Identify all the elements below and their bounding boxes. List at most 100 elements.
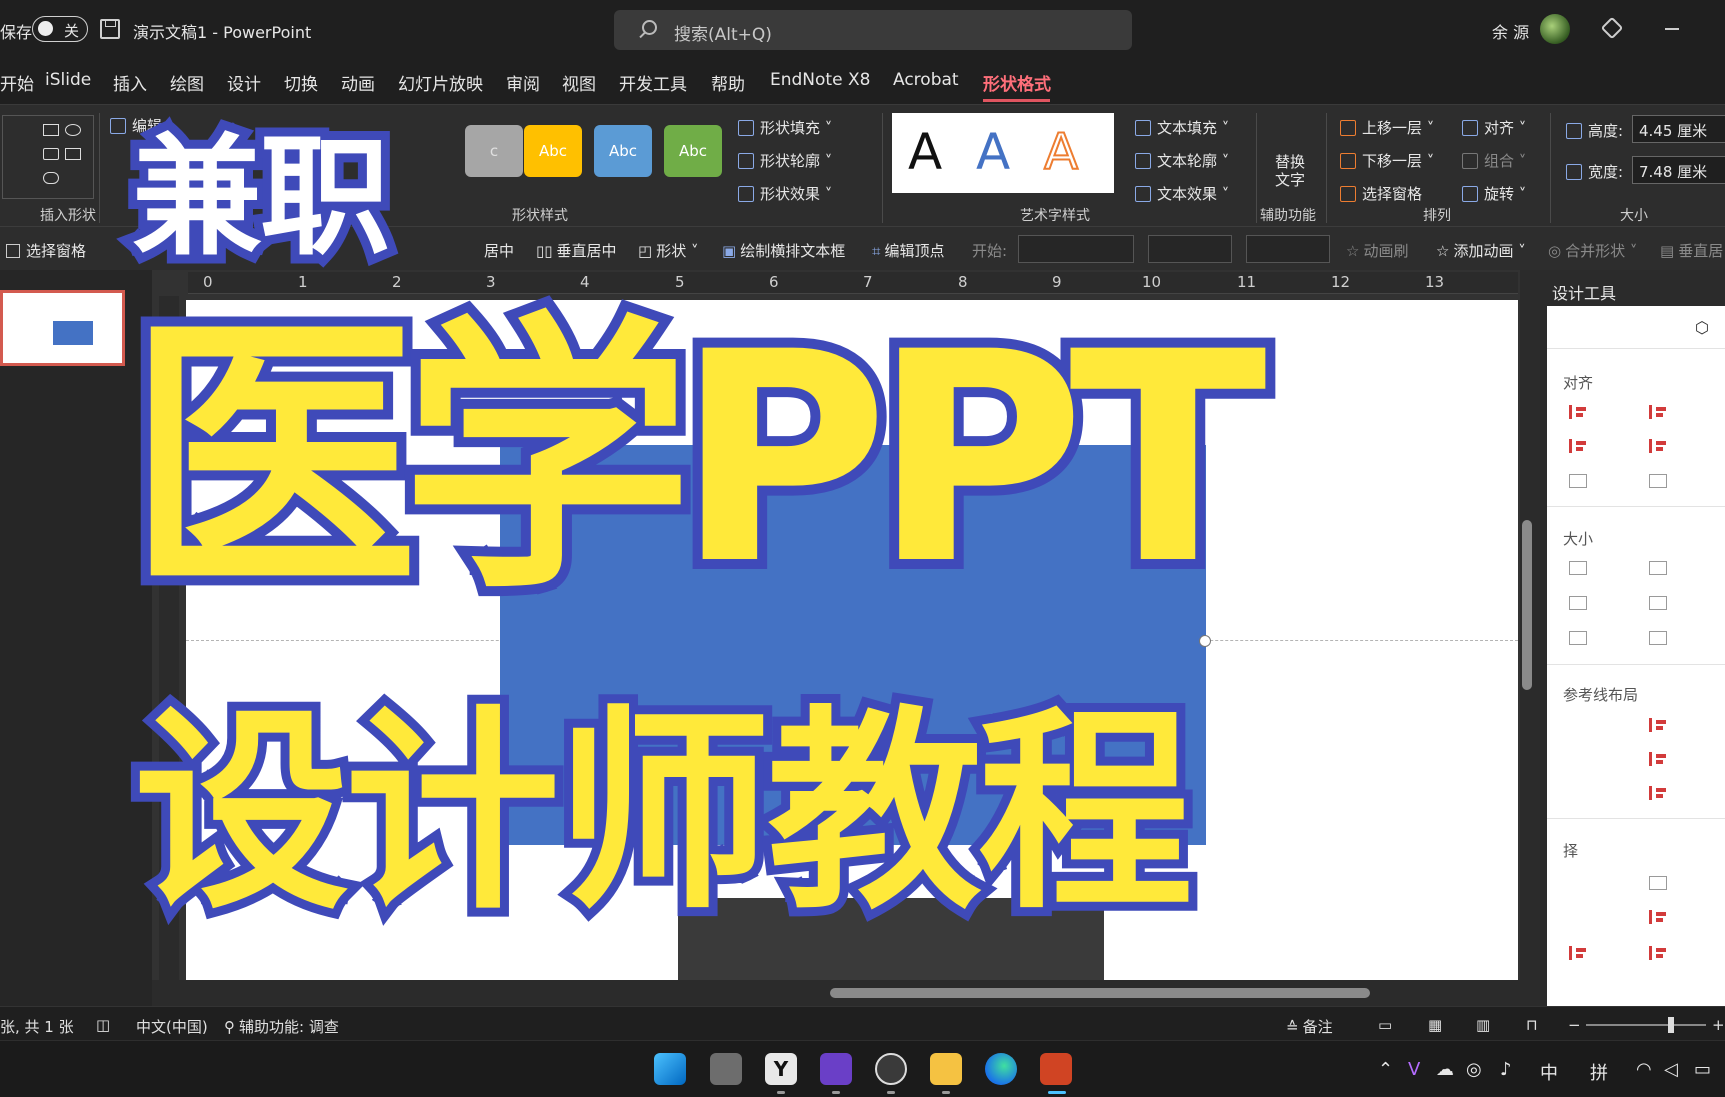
height-input[interactable]: 4.45 厘米 <box>1632 115 1725 143</box>
align-left-icon[interactable] <box>1569 405 1587 419</box>
battery-icon[interactable]: ▭ <box>1694 1059 1711 1080</box>
delay-input[interactable] <box>1246 235 1330 263</box>
qb-center-vertical[interactable]: ▯▯ 垂直居中 <box>536 240 617 261</box>
qb-animation-painter[interactable]: ☆ 动画刷 <box>1346 240 1408 261</box>
distribute-h-icon[interactable] <box>1569 474 1587 488</box>
tab-shape-format[interactable]: 形状格式 <box>983 70 1051 95</box>
text-outline-button[interactable]: 文本轮廓 ˅ <box>1135 150 1229 171</box>
tab-islide[interactable]: iSlide <box>45 70 91 90</box>
tab-slideshow[interactable]: 幻灯片放映 <box>398 70 483 95</box>
text-effect-button[interactable]: 文本效果 ˅ <box>1135 183 1229 204</box>
wordart-orange[interactable]: A <box>1043 122 1079 182</box>
ime-mode[interactable]: 中 <box>1540 1059 1558 1085</box>
volume-icon[interactable]: ◁ <box>1664 1059 1678 1080</box>
group-button[interactable]: 组合 ˅ <box>1462 150 1526 171</box>
zoom-in-icon[interactable]: + <box>1712 1016 1725 1034</box>
edge-icon[interactable] <box>985 1053 1017 1085</box>
obsidian-icon[interactable] <box>820 1053 852 1085</box>
task-view-icon[interactable] <box>710 1053 742 1085</box>
search-box[interactable]: 搜索(Alt+Q) <box>614 10 1132 50</box>
tab-help[interactable]: 帮助 <box>711 70 745 95</box>
qb-vertical-center[interactable]: ▤ 垂直居 <box>1660 240 1723 261</box>
rectangle-icon[interactable] <box>43 124 59 136</box>
sorter-view-icon[interactable]: ▦ <box>1428 1016 1442 1034</box>
ime-pinyin[interactable]: 拼 <box>1590 1059 1608 1085</box>
file-explorer-icon[interactable] <box>930 1053 962 1085</box>
stretch-left-icon[interactable] <box>1569 596 1587 610</box>
align-top-icon[interactable] <box>1569 439 1587 453</box>
arrow-down-icon[interactable] <box>65 148 81 160</box>
settings-icon[interactable]: ⬡ <box>1695 318 1709 337</box>
tab-acrobat[interactable]: Acrobat <box>893 70 959 90</box>
select-below-icon[interactable] <box>1569 946 1587 960</box>
style-swatch-orange[interactable]: Abc <box>524 125 582 177</box>
qb-draw-textbox[interactable]: ▣ 绘制横排文本框 <box>722 240 845 261</box>
slideshow-icon[interactable]: ⊓ <box>1526 1016 1538 1034</box>
tab-review[interactable]: 审阅 <box>506 70 540 95</box>
language[interactable]: 中文(中国) <box>136 1016 208 1037</box>
select-inverse-icon[interactable] <box>1649 946 1667 960</box>
zoom-slider-thumb[interactable] <box>1668 1017 1674 1033</box>
chevron-up-icon[interactable]: ⌃ <box>1378 1059 1393 1080</box>
shape-fill-button[interactable]: 形状填充 ˅ <box>738 117 832 138</box>
start-icon[interactable] <box>654 1053 686 1085</box>
microphone-icon[interactable]: ♪ <box>1500 1059 1512 1080</box>
alt-text-button[interactable]: 替换 文字 <box>1270 113 1310 189</box>
select-above-icon[interactable] <box>1649 910 1667 924</box>
qb-selection-pane[interactable]: 选择窗格 <box>6 240 86 261</box>
accessibility-status[interactable]: ⚲ 辅助功能: 调查 <box>224 1016 339 1037</box>
horizontal-scroll-thumb[interactable] <box>830 988 1370 998</box>
zoom-slider[interactable] <box>1586 1017 1706 1033</box>
reading-view-icon[interactable]: ▥ <box>1476 1016 1490 1034</box>
guide-full-icon[interactable] <box>1649 786 1667 800</box>
wordart-black[interactable]: A <box>908 123 942 181</box>
selection-pane-button[interactable]: 选择窗格 <box>1340 183 1422 204</box>
spellcheck-icon[interactable]: ◫ <box>96 1016 110 1034</box>
guide-center-h-icon[interactable] <box>1649 718 1667 732</box>
tab-endnote[interactable]: EndNote X8 <box>770 70 870 90</box>
select-similar-icon[interactable] <box>1649 876 1667 890</box>
tab-home[interactable]: 开始 <box>0 70 34 95</box>
pen-icon[interactable] <box>1600 16 1624 40</box>
tab-developer[interactable]: 开发工具 <box>619 70 687 95</box>
style-swatch-green[interactable]: Abc <box>664 125 722 177</box>
match-width-icon[interactable] <box>1569 561 1587 575</box>
minimize-icon[interactable] <box>1665 28 1679 30</box>
tray-v-icon[interactable]: V <box>1408 1059 1420 1080</box>
wifi-icon[interactable]: ◠ <box>1636 1059 1652 1080</box>
qb-merge-shapes[interactable]: ◎ 合并形状 ˅ <box>1548 240 1637 261</box>
shape-outline-button[interactable]: 形状轮廓 ˅ <box>738 150 832 171</box>
width-input[interactable]: 7.48 厘米 <box>1632 156 1725 184</box>
oval-icon[interactable] <box>65 124 81 136</box>
tab-view[interactable]: 视图 <box>562 70 596 95</box>
duration-input[interactable] <box>1148 235 1232 263</box>
align-middle-icon[interactable] <box>1649 439 1667 453</box>
user-name[interactable]: 余 源 <box>1492 19 1529 43</box>
tray-app-icon[interactable]: ◎ <box>1466 1059 1482 1080</box>
notes-button[interactable]: ≙ 备注 <box>1286 1016 1333 1037</box>
stretch-bottom-icon[interactable] <box>1649 631 1667 645</box>
resize-handle[interactable] <box>1199 635 1211 647</box>
slide-thumbnail[interactable] <box>0 290 125 366</box>
text-fill-button[interactable]: 文本填充 ˅ <box>1135 117 1229 138</box>
send-backward-button[interactable]: 下移一层 ˅ <box>1340 150 1434 171</box>
wordart-blue[interactable]: A <box>976 123 1010 181</box>
vertical-scroll-thumb[interactable] <box>1522 520 1532 690</box>
autosave-toggle[interactable]: 关 <box>32 16 88 42</box>
app-y-icon[interactable]: Y <box>765 1053 797 1085</box>
stretch-right-icon[interactable] <box>1649 596 1667 610</box>
brace-icon[interactable] <box>43 172 59 184</box>
guide-center-v-icon[interactable] <box>1649 752 1667 766</box>
qb-center[interactable]: 居中 <box>484 240 514 261</box>
normal-view-icon[interactable]: ▭ <box>1378 1016 1392 1034</box>
save-icon[interactable] <box>100 19 120 39</box>
obs-icon[interactable] <box>875 1053 907 1085</box>
cloud-icon[interactable]: ☁ <box>1436 1059 1454 1080</box>
start-dropdown[interactable] <box>1018 235 1134 263</box>
qb-add-animation[interactable]: ☆ 添加动画 ˅ <box>1436 240 1526 261</box>
align-center-icon[interactable] <box>1649 405 1667 419</box>
zoom-out-icon[interactable]: − <box>1568 1016 1581 1034</box>
bring-forward-button[interactable]: 上移一层 ˅ <box>1340 117 1434 138</box>
style-swatch-blue[interactable]: Abc <box>594 125 652 177</box>
avatar[interactable] <box>1540 14 1570 44</box>
